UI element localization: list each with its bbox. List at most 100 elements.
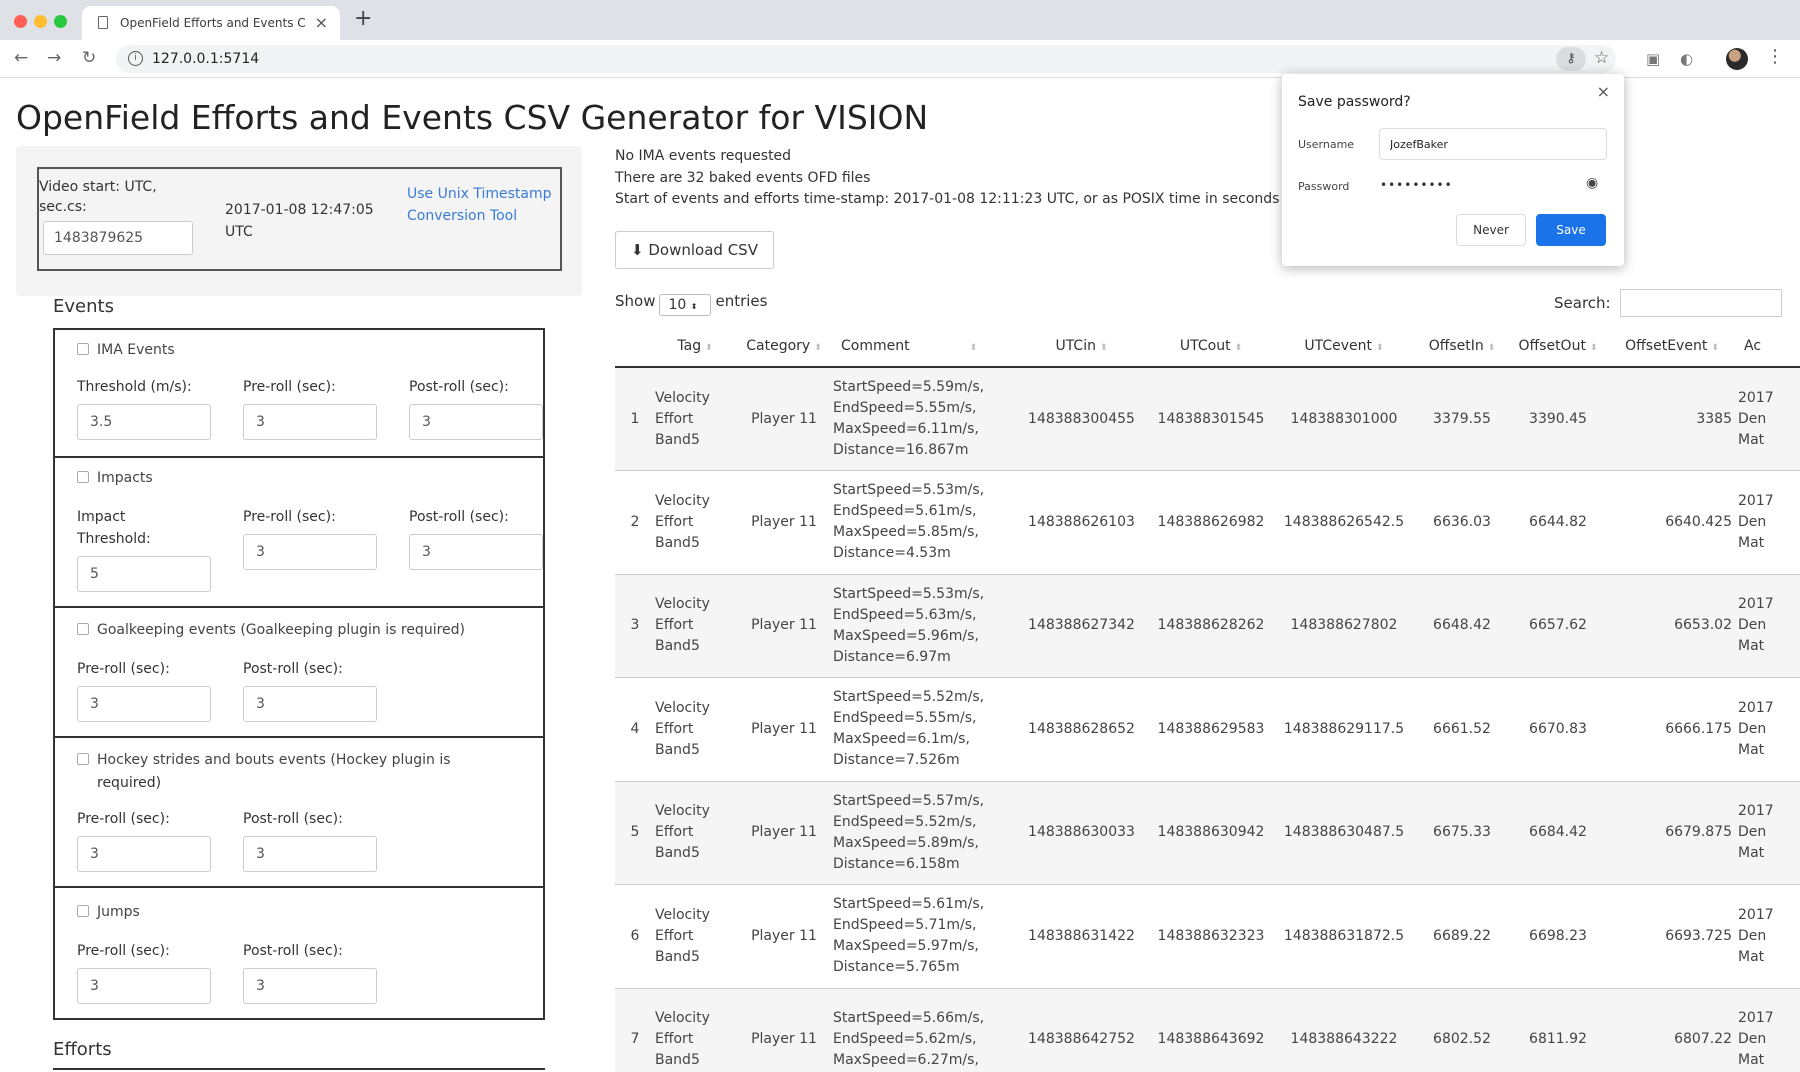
ima-postroll-input[interactable]	[409, 404, 543, 440]
hockey-preroll-input[interactable]	[77, 836, 211, 872]
utcin-cell: 148388630033	[1015, 781, 1148, 885]
column-ac[interactable]: Ac	[1738, 325, 1800, 368]
goalkeeping-postroll-input[interactable]	[243, 686, 377, 722]
info-icon[interactable]: i	[128, 51, 143, 66]
hockey-postroll-input[interactable]	[243, 836, 377, 872]
column-offsetin[interactable]: OffsetIn ⬍	[1414, 325, 1510, 368]
utcout-cell: 148388629583	[1148, 677, 1274, 782]
download-csv-button[interactable]: ⬇ Download CSV	[615, 231, 774, 269]
maximize-window-button[interactable]	[54, 15, 67, 28]
ima-events-checkbox[interactable]: IMA Events	[77, 342, 175, 358]
checkbox-icon[interactable]	[77, 753, 89, 765]
search-input[interactable]	[1620, 289, 1782, 317]
table-row[interactable]: 2 Velocity Effort Band5 Player 11 StartSpeed=…	[615, 470, 1800, 575]
goalkeeping-checkbox[interactable]: Goalkeeping events (Goalkeeping plugin i…	[77, 622, 465, 638]
tag-cell: Velocity Effort Band5	[655, 988, 735, 1072]
username-field[interactable]	[1379, 128, 1607, 160]
address-bar[interactable]: i 127.0.0.1:5714 ⚷ ☆	[116, 45, 1616, 73]
tag-cell-line: Effort	[655, 927, 694, 944]
sort-icon: ⬍	[1376, 342, 1384, 353]
tag-cell-line: Band5	[655, 948, 700, 965]
tag-cell-line: Effort	[655, 513, 694, 530]
tag-cell-line: Velocity	[655, 492, 710, 509]
extension-icon[interactable]: ▣	[1646, 50, 1660, 68]
impacts-postroll-input[interactable]	[409, 534, 543, 570]
comment-cell-line: EndSpeed=5.55m/s,	[833, 710, 977, 727]
comment-cell-line: MaxSpeed=5.89m/s,	[833, 834, 979, 851]
column-utcin[interactable]: UTCin ⬍	[1015, 325, 1148, 368]
checkbox-icon[interactable]	[77, 623, 89, 635]
save-button[interactable]: Save	[1536, 214, 1606, 246]
impacts-preroll-input[interactable]	[243, 534, 377, 570]
tag-cell-line: Band5	[655, 741, 700, 758]
tag-cell-line: Velocity	[655, 596, 710, 613]
table-row[interactable]: 4 Velocity Effort Band5 Player 11 StartSpeed=…	[615, 677, 1800, 782]
video-start-box: Video start: UTC, sec.cs: 2017-01-08 12:…	[37, 167, 562, 271]
ima-events-box: IMA Events Threshold (m/s): Pre-roll (se…	[53, 328, 545, 458]
bookmark-star-icon[interactable]: ☆	[1594, 48, 1609, 68]
column-category[interactable]: Category ⬍	[735, 325, 833, 368]
comment-cell-line: StartSpeed=5.53m/s,	[833, 585, 985, 602]
table-row[interactable]: 6 Velocity Effort Band5 Player 11 StartSpeed=…	[615, 884, 1800, 989]
hockey-checkbox[interactable]: Hockey strides and bouts events (Hockey …	[77, 752, 451, 768]
timestamp-conversion-link[interactable]: Use Unix Timestamp Conversion Tool	[407, 183, 557, 227]
entries-select[interactable]: 10 ⬍	[659, 294, 712, 316]
impact-threshold-label: Impact Threshold:	[77, 509, 151, 547]
table-row[interactable]: 3 Velocity Effort Band5 Player 11 StartSpeed=…	[615, 574, 1800, 678]
checkbox-icon[interactable]	[77, 471, 89, 483]
column-offsetout[interactable]: OffsetOut ⬍	[1510, 325, 1606, 368]
search-label: Search:	[1554, 294, 1611, 312]
checkbox-icon[interactable]	[77, 905, 89, 917]
column-comment[interactable]: Comment ⬍	[833, 325, 1015, 368]
table-row[interactable]: 5 Velocity Effort Band5 Player 11 StartSpeed=…	[615, 781, 1800, 885]
close-window-button[interactable]	[14, 15, 27, 28]
new-tab-icon[interactable]: +	[354, 6, 372, 31]
reload-icon[interactable]: ↻	[82, 48, 96, 68]
checkbox-icon[interactable]	[77, 343, 89, 355]
tag-cell: Velocity Effort Band5	[655, 470, 735, 575]
table-row[interactable]: 7 Velocity Effort Band5 Player 11 StartSpeed=…	[615, 988, 1800, 1072]
minimize-window-button[interactable]	[34, 15, 47, 28]
jumps-postroll-input[interactable]	[243, 968, 377, 1004]
ima-threshold-input[interactable]	[77, 404, 211, 440]
jumps-checkbox[interactable]: Jumps	[77, 904, 140, 920]
comment-cell: StartSpeed=5.66m/s, EndSpeed=5.62m/s, MaxS…	[833, 988, 1015, 1072]
ima-preroll-input[interactable]	[243, 404, 377, 440]
profile-avatar[interactable]	[1726, 48, 1748, 70]
never-button[interactable]: Never	[1456, 214, 1526, 246]
menu-kebab-icon[interactable]: ⋮	[1766, 46, 1784, 67]
browser-tab[interactable]: OpenField Efforts and Events C ×	[82, 6, 340, 40]
sort-icon: ⬍	[1711, 342, 1719, 353]
utcout-cell: 148388626982	[1148, 470, 1274, 575]
row-index-cell: 4	[615, 677, 655, 782]
forward-icon[interactable]: →	[47, 48, 61, 68]
impact-threshold-input[interactable]	[77, 556, 211, 592]
column-utcevent[interactable]: UTCevent ⬍	[1274, 325, 1414, 368]
events-table: Tag ⬍ Category ⬍ Comment ⬍ UTCin ⬍ UTCout ⬍ U…	[615, 325, 1800, 1072]
table-row[interactable]: 1 Velocity Effort Band5 Player 11 StartSpeed=…	[615, 367, 1800, 471]
eye-icon[interactable]: ◉	[1586, 175, 1598, 191]
goalkeeping-preroll-input[interactable]	[77, 686, 211, 722]
comment-cell-line: MaxSpeed=5.97m/s,	[833, 938, 979, 955]
close-icon[interactable]: ×	[1597, 82, 1610, 101]
column-offsetevent[interactable]: OffsetEvent ⬍	[1606, 325, 1738, 368]
close-tab-icon[interactable]: ×	[315, 13, 328, 32]
tag-cell: Velocity Effort Band5	[655, 884, 735, 989]
category-cell: Player 11	[735, 367, 833, 471]
column-utcout[interactable]: UTCout ⬍	[1148, 325, 1274, 368]
jumps-preroll-input[interactable]	[77, 968, 211, 1004]
tag-cell-line: Effort	[655, 720, 694, 737]
tab-title: OpenField Efforts and Events C	[120, 16, 306, 30]
back-icon[interactable]: ←	[14, 48, 28, 68]
key-icon[interactable]: ⚷	[1556, 47, 1586, 71]
tag-cell: Velocity Effort Band5	[655, 677, 735, 782]
popup-title: Save password?	[1298, 94, 1411, 110]
comment-cell-line: EndSpeed=5.62m/s,	[833, 1031, 977, 1048]
video-start-input[interactable]	[43, 221, 193, 255]
impacts-checkbox[interactable]: Impacts	[77, 470, 153, 486]
password-field[interactable]: •••••••••	[1380, 178, 1453, 192]
ac-cell-line: Mat	[1738, 948, 1765, 965]
extension-circle-icon[interactable]: ◐	[1680, 50, 1693, 68]
offsetout-cell: 6644.82	[1510, 470, 1606, 575]
column-tag[interactable]: Tag ⬍	[655, 325, 735, 368]
